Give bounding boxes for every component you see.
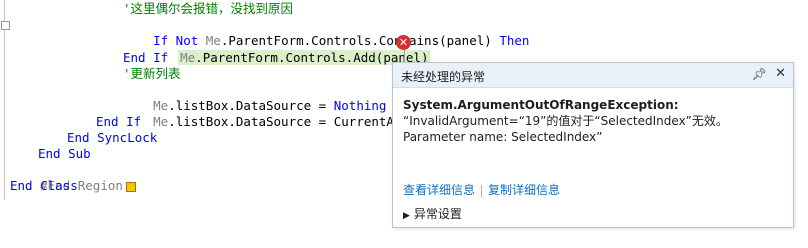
- code-line-comment: '更新列表: [123, 66, 181, 81]
- exception-param: Parameter name: SelectedIndex”: [403, 130, 603, 144]
- code-line-end-class: End Class: [10, 178, 78, 193]
- error-connector: [404, 50, 405, 62]
- code-line-if: If Not Me.ParentForm.Controls.Contains(p…: [123, 17, 529, 48]
- code-line-add-current: Me.ParentForm.Controls.Add(panel): [148, 34, 431, 65]
- exception-links: 查看详细信息 复制详细信息: [403, 181, 560, 198]
- exception-helper: 未经处理的异常 📌︎ ✕ System.ArgumentOutOfRangeEx…: [392, 62, 794, 228]
- copy-details-link[interactable]: 复制详细信息: [488, 183, 560, 197]
- me-keyword: Me: [153, 114, 169, 129]
- exception-settings-label: 异常设置: [413, 207, 462, 221]
- exception-type: System.ArgumentOutOfRangeException:: [403, 98, 679, 112]
- code-line-end-if: End If: [123, 50, 169, 65]
- code-line-end-if: End If: [96, 114, 142, 129]
- exception-settings-toggle[interactable]: ▶ 异常设置: [403, 205, 462, 222]
- exception-title: 未经处理的异常: [401, 70, 486, 84]
- exception-text: “InvalidArgument=“19”的值对于“SelectedIndex”…: [403, 114, 728, 128]
- bookmark-icon: [125, 181, 136, 192]
- view-details-link[interactable]: 查看详细信息: [403, 183, 475, 197]
- code-line-end-synclock: End SyncLock: [67, 130, 158, 145]
- code-line-end-sub: End Sub: [38, 146, 91, 161]
- expand-triangle-icon: ▶: [403, 211, 410, 221]
- exception-title-bar: 未经处理的异常 📌︎ ✕: [393, 63, 793, 88]
- me-keyword: Me: [180, 50, 196, 65]
- code-line-datasource-nothing: Me.listBox.DataSource = Nothing: [123, 82, 386, 113]
- error-icon[interactable]: ✕: [396, 35, 411, 50]
- close-icon[interactable]: ✕: [775, 66, 786, 81]
- fold-marker[interactable]: [1, 21, 10, 30]
- code-line-end-region: #End Region: [10, 162, 136, 193]
- pin-icon[interactable]: 📌︎: [752, 67, 767, 81]
- link-separator: [481, 184, 483, 197]
- exception-message: System.ArgumentOutOfRangeException: “Inv…: [403, 97, 785, 145]
- gutter-line: [4, 0, 5, 200]
- code-line-comment: '这里偶尔会报错，没找到原因: [123, 1, 294, 16]
- keyword: Then: [499, 33, 530, 48]
